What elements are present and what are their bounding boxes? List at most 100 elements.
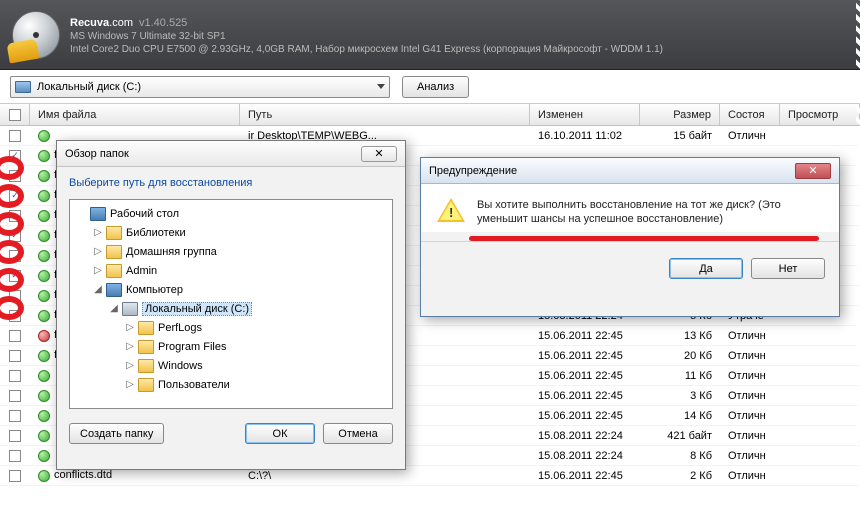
drive-select[interactable]: Локальный диск (C:) (10, 76, 390, 98)
cell-size: 11 Кб (640, 370, 720, 382)
tree-twisty-icon[interactable]: ▷ (92, 265, 104, 277)
cell-modified: 16.10.2011 11:02 (530, 130, 640, 142)
row-checkbox[interactable] (9, 410, 21, 422)
tree-twisty-icon[interactable]: ▷ (124, 360, 136, 372)
row-checkbox[interactable] (9, 390, 21, 402)
row-checkbox[interactable] (9, 350, 21, 362)
no-button[interactable]: Нет (751, 258, 825, 279)
tree-node[interactable]: ▷ Пользователи (72, 375, 390, 394)
col-path[interactable]: Путь (240, 104, 530, 125)
tree-node[interactable]: ▷Windows (72, 356, 390, 375)
col-check[interactable] (0, 104, 30, 125)
tree-twisty-icon[interactable]: ▷ (92, 227, 104, 239)
torn-edge (856, 0, 860, 506)
app-title: Recuva.comv1.40.525 (70, 13, 663, 30)
row-checkbox[interactable] (9, 330, 21, 342)
tree-node[interactable]: ▷ PerfLogs (72, 318, 390, 337)
tree-node-label: Рабочий стол (110, 208, 179, 220)
cell-state: Отличн (720, 450, 780, 462)
tree-node[interactable]: ▷ Admin (72, 261, 390, 280)
chevron-down-icon (377, 84, 385, 89)
cell-size: 2 Кб (640, 470, 720, 482)
drive-select-label: Локальный диск (C:) (37, 81, 141, 93)
hw-info: Intel Core2 Duo CPU E7500 @ 2.93GHz, 4,0… (70, 43, 663, 56)
folder-tree[interactable]: Рабочий стол▷Библиотеки▷Домашняя группа▷… (69, 199, 393, 409)
row-checkbox[interactable] (9, 450, 21, 462)
folder-icon (138, 359, 154, 373)
cell-modified: 15.06.2011 22:45 (530, 470, 640, 482)
tree-node-label: PerfLogs (158, 322, 202, 334)
tree-twisty-icon[interactable]: ▷ (92, 246, 104, 258)
cell-size: 13 Кб (640, 330, 720, 342)
ok-button[interactable]: ОК (245, 423, 315, 444)
cell-path: C:\?\ (240, 470, 530, 482)
yes-button[interactable]: Да (669, 258, 743, 279)
tree-node-label: Библиотеки (126, 227, 186, 239)
status-dot-icon (38, 310, 50, 322)
status-dot-icon (38, 190, 50, 202)
tree-twisty-icon[interactable] (76, 208, 88, 220)
cell-state: Отличн (720, 130, 780, 142)
tree-twisty-icon[interactable]: ◢ (108, 303, 120, 315)
toolbar: Локальный диск (C:) Анализ (0, 70, 860, 104)
cancel-button[interactable]: Отмена (323, 423, 393, 444)
hardhat-icon (6, 38, 39, 63)
warning-dialog: Предупреждение ✕ ! Вы хотите выполнить в… (420, 157, 840, 317)
tree-twisty-icon[interactable]: ▷ (124, 341, 136, 353)
tree-twisty-icon[interactable]: ◢ (92, 284, 104, 296)
tree-node[interactable]: ◢ Компьютер (72, 280, 390, 299)
dialog-titlebar[interactable]: Обзор папок ✕ (57, 141, 405, 167)
status-dot-icon (38, 470, 50, 482)
cell-modified: 15.06.2011 22:45 (530, 390, 640, 402)
tree-node-label: Локальный диск (C:) (142, 302, 252, 316)
tree-node[interactable]: ▷ Библиотеки (72, 223, 390, 242)
tree-twisty-icon[interactable]: ▷ (124, 322, 136, 334)
col-size[interactable]: Размер (640, 104, 720, 125)
row-checkbox[interactable] (9, 370, 21, 382)
tree-node-label: Admin (126, 265, 157, 277)
status-dot-icon (38, 350, 50, 362)
row-checkbox[interactable] (9, 470, 21, 482)
cell-state: Отличн (720, 350, 780, 362)
tree-node[interactable]: Рабочий стол (72, 204, 390, 223)
cell-modified: 15.08.2011 22:24 (530, 430, 640, 442)
new-folder-button[interactable]: Создать папку (69, 423, 164, 444)
warning-titlebar[interactable]: Предупреждение ✕ (421, 158, 839, 184)
checkbox-all[interactable] (9, 109, 21, 121)
cell-size: 14 Кб (640, 410, 720, 422)
tree-node-label: Домашняя группа (126, 246, 217, 258)
cell-size: 20 Кб (640, 350, 720, 362)
close-button[interactable]: ✕ (361, 146, 397, 162)
status-dot-icon (38, 330, 50, 342)
analyze-button[interactable]: Анализ (402, 76, 469, 98)
col-state[interactable]: Состоя (720, 104, 780, 125)
tree-node[interactable]: ▷ Домашняя группа (72, 242, 390, 261)
cell-modified: 15.06.2011 22:45 (530, 350, 640, 362)
folder-icon (138, 378, 154, 392)
status-dot-icon (38, 210, 50, 222)
tree-node-label: Пользователи (158, 379, 230, 391)
col-name[interactable]: Имя файла (30, 104, 240, 125)
tree-node[interactable]: ◢ Локальный диск (C:) (72, 299, 390, 318)
cell-modified: 15.06.2011 22:45 (530, 330, 640, 342)
folder-icon (138, 321, 154, 335)
tree-node[interactable]: ▷Program Files (72, 337, 390, 356)
dialog-subtitle: Выберите путь для восстановления (57, 167, 405, 195)
tree-node-label: Компьютер (126, 284, 183, 296)
row-checkbox[interactable] (9, 430, 21, 442)
desktop-icon (106, 283, 122, 297)
status-dot-icon (38, 450, 50, 462)
close-button[interactable]: ✕ (795, 163, 831, 179)
row-checkbox[interactable] (9, 130, 21, 142)
col-modified[interactable]: Изменен (530, 104, 640, 125)
cell-modified: 15.06.2011 22:45 (530, 370, 640, 382)
dialog-title: Обзор папок (65, 148, 129, 160)
status-dot-icon (38, 270, 50, 282)
app-logo (12, 11, 60, 59)
folder-icon (138, 340, 154, 354)
cell-state: Отличн (720, 390, 780, 402)
cell-size: 421 байт (640, 430, 720, 442)
col-preview[interactable]: Просмотр (780, 104, 860, 125)
tree-twisty-icon[interactable]: ▷ (124, 379, 136, 391)
cell-state: Отличн (720, 370, 780, 382)
